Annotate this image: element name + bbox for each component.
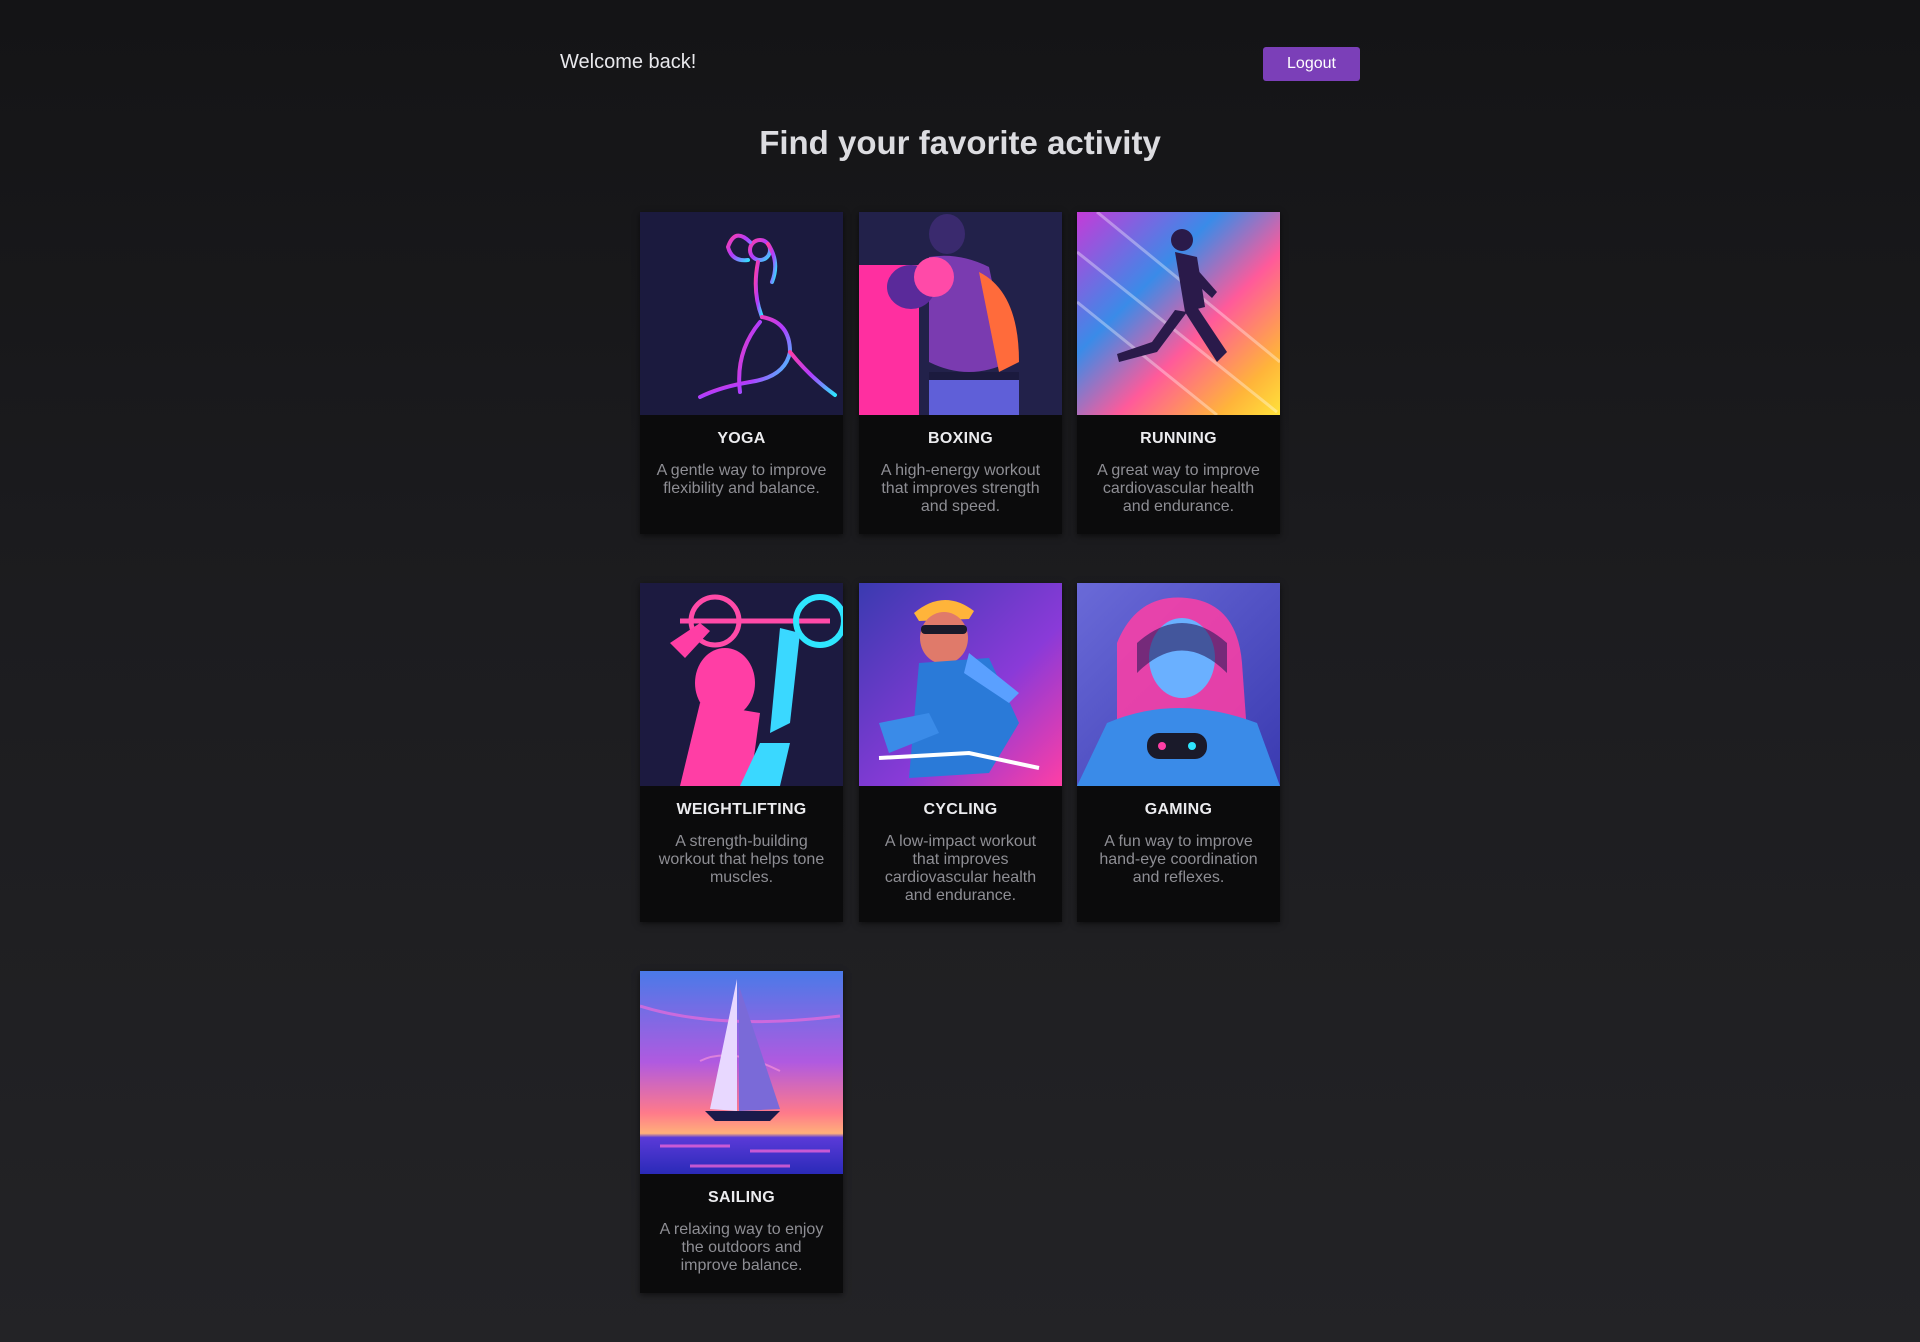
activity-card-sailing[interactable]: SAILING A relaxing way to enjoy the outd… xyxy=(640,971,843,1293)
activity-title: GAMING xyxy=(1144,801,1213,818)
welcome-message: Welcome back! xyxy=(560,51,697,73)
activity-card-weightlifting[interactable]: WEIGHTLIFTING A strength-building workou… xyxy=(640,583,843,922)
page-title: Find your favorite activity xyxy=(759,124,1161,161)
activity-description: A strength-building workout that helps t… xyxy=(658,833,825,886)
running-image xyxy=(1077,212,1280,415)
activity-description: A low-impact workout that improves cardi… xyxy=(884,833,1037,904)
activity-title: BOXING xyxy=(928,430,993,447)
weightlifting-image xyxy=(640,583,843,786)
cycling-image xyxy=(859,583,1062,786)
yoga-image xyxy=(640,212,843,415)
activity-card-boxing[interactable]: BOXING A high-energy workout that improv… xyxy=(859,212,1062,534)
activity-card-cycling[interactable]: CYCLING A low-impact workout that improv… xyxy=(859,583,1062,922)
activity-title: WEIGHTLIFTING xyxy=(676,801,807,818)
activity-description: A fun way to improve hand-eye coordinati… xyxy=(1099,833,1258,886)
activity-description: A gentle way to improve flexibility and … xyxy=(656,462,827,497)
activity-card-running[interactable]: RUNNING A great way to improve cardiovas… xyxy=(1077,212,1280,534)
activity-title: RUNNING xyxy=(1140,430,1217,447)
activity-card-gaming[interactable]: GAMING A fun way to improve hand-eye coo… xyxy=(1077,583,1280,922)
logout-button[interactable]: Logout xyxy=(1263,47,1360,81)
activity-card-yoga[interactable]: YOGA A gentle way to improve flexibility… xyxy=(640,212,843,534)
activity-description: A relaxing way to enjoy the outdoors and… xyxy=(659,1221,824,1274)
activity-title: CYCLING xyxy=(923,801,998,818)
activity-description: A high-energy workout that improves stre… xyxy=(880,462,1041,515)
boxing-image xyxy=(859,212,1062,415)
activity-title: SAILING xyxy=(708,1189,775,1206)
activity-title: YOGA xyxy=(717,430,766,447)
gaming-image xyxy=(1077,583,1280,786)
activity-description: A great way to improve cardiovascular he… xyxy=(1097,462,1260,515)
sailing-image xyxy=(640,971,843,1174)
top-bar: Welcome back! Logout xyxy=(560,47,1360,81)
